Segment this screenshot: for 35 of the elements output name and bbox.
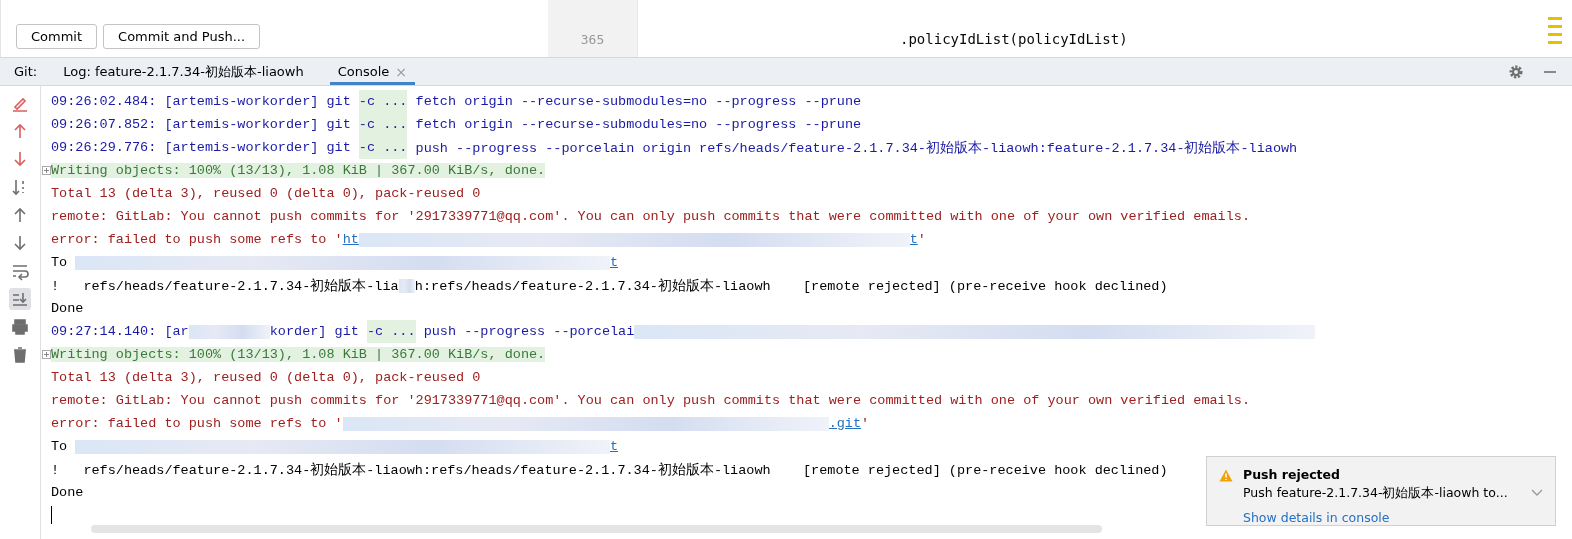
console-line: Done	[51, 484, 84, 502]
commit-button[interactable]: Commit and Push...	[103, 24, 261, 49]
console-line: To t	[51, 254, 618, 272]
console-line: error: failed to push some refs to ' .git'	[51, 415, 870, 433]
console-line: Total 13 (delta 3), reused 0 (delta 0), pack-reused 0	[51, 369, 481, 387]
expand-icon[interactable]	[42, 350, 51, 359]
console-line: 09:26:29.776: [artemis-workorder] git -c ... push --progress --porcelain origin refs/heads/feature-2.1.7.34-初始版本-liaowh:feature-2.1.7.34-初始版本-liaowh	[51, 136, 1298, 159]
console-line: 09:26:02.484: [artemis-workorder] git -c ... fetch origin --recurse-submodules=no --progress --prune	[51, 90, 862, 113]
console-line: 09:27:14.140: [ar korder] git -c ... push --progress --porcelai	[51, 320, 1315, 343]
redaction-blur	[398, 278, 415, 293]
warning-icon	[1219, 469, 1233, 482]
printer-icon[interactable]	[9, 316, 31, 338]
settings-icon[interactable]	[1508, 63, 1524, 80]
text-cursor	[51, 506, 52, 524]
scroll-to-end-icon[interactable]	[9, 288, 31, 310]
console-line: 09:26:07.852: [artemis-workorder] git -c ... fetch origin --recurse-submodules=no --progress --prune	[51, 113, 862, 136]
tool-window-label: Git:	[14, 64, 38, 79]
expand-icon[interactable]	[42, 166, 51, 175]
console-line: remote: GitLab: You cannot push commits for '2917339771@qq.com'. You can only push commits that were committed with one of your own verified emails.	[51, 392, 1250, 410]
console-line: error: failed to push some refs to 'ht t'	[51, 231, 926, 249]
commit-button[interactable]: Commit	[16, 24, 98, 49]
notification-title: Push rejected	[1243, 467, 1341, 482]
chevron-down-icon[interactable]	[1531, 489, 1543, 497]
console-line: To t	[51, 438, 618, 456]
show-details-link[interactable]: Show details in console	[1243, 510, 1521, 525]
notification-message: Push feature-2.1.7.34-初始版本-liaowh to...	[1243, 485, 1509, 502]
console-line: Total 13 (delta 3), reused 0 (delta 0), pack-reused 0	[51, 185, 481, 203]
console-line: ! refs/heads/feature-2.1.7.34-初始版本-lia h:refs/heads/feature-2.1.7.34-初始版本-liaowh [remote rejected] (pre-receive hook declined)	[51, 277, 1168, 296]
line-number: 365	[580, 32, 605, 47]
console-line: Done	[51, 300, 84, 318]
console-line: ! refs/heads/feature-2.1.7.34-初始版本-liaowh:refs/heads/feature-2.1.7.34-初始版本-liaowh [remote rejected] (pre-receive hook declined)	[51, 461, 1168, 480]
code-line: .policyIdList(policyIdList)	[900, 31, 1128, 47]
console-tab[interactable]: Console ×	[329, 58, 416, 85]
console-tab[interactable]: Log: feature-2.1.7.34-初始版本-liaowh	[55, 58, 312, 85]
console-line: remote: GitLab: You cannot push commits for '2917339771@qq.com'. You can only push commits that were committed with one of your own verified emails.	[51, 208, 1250, 226]
